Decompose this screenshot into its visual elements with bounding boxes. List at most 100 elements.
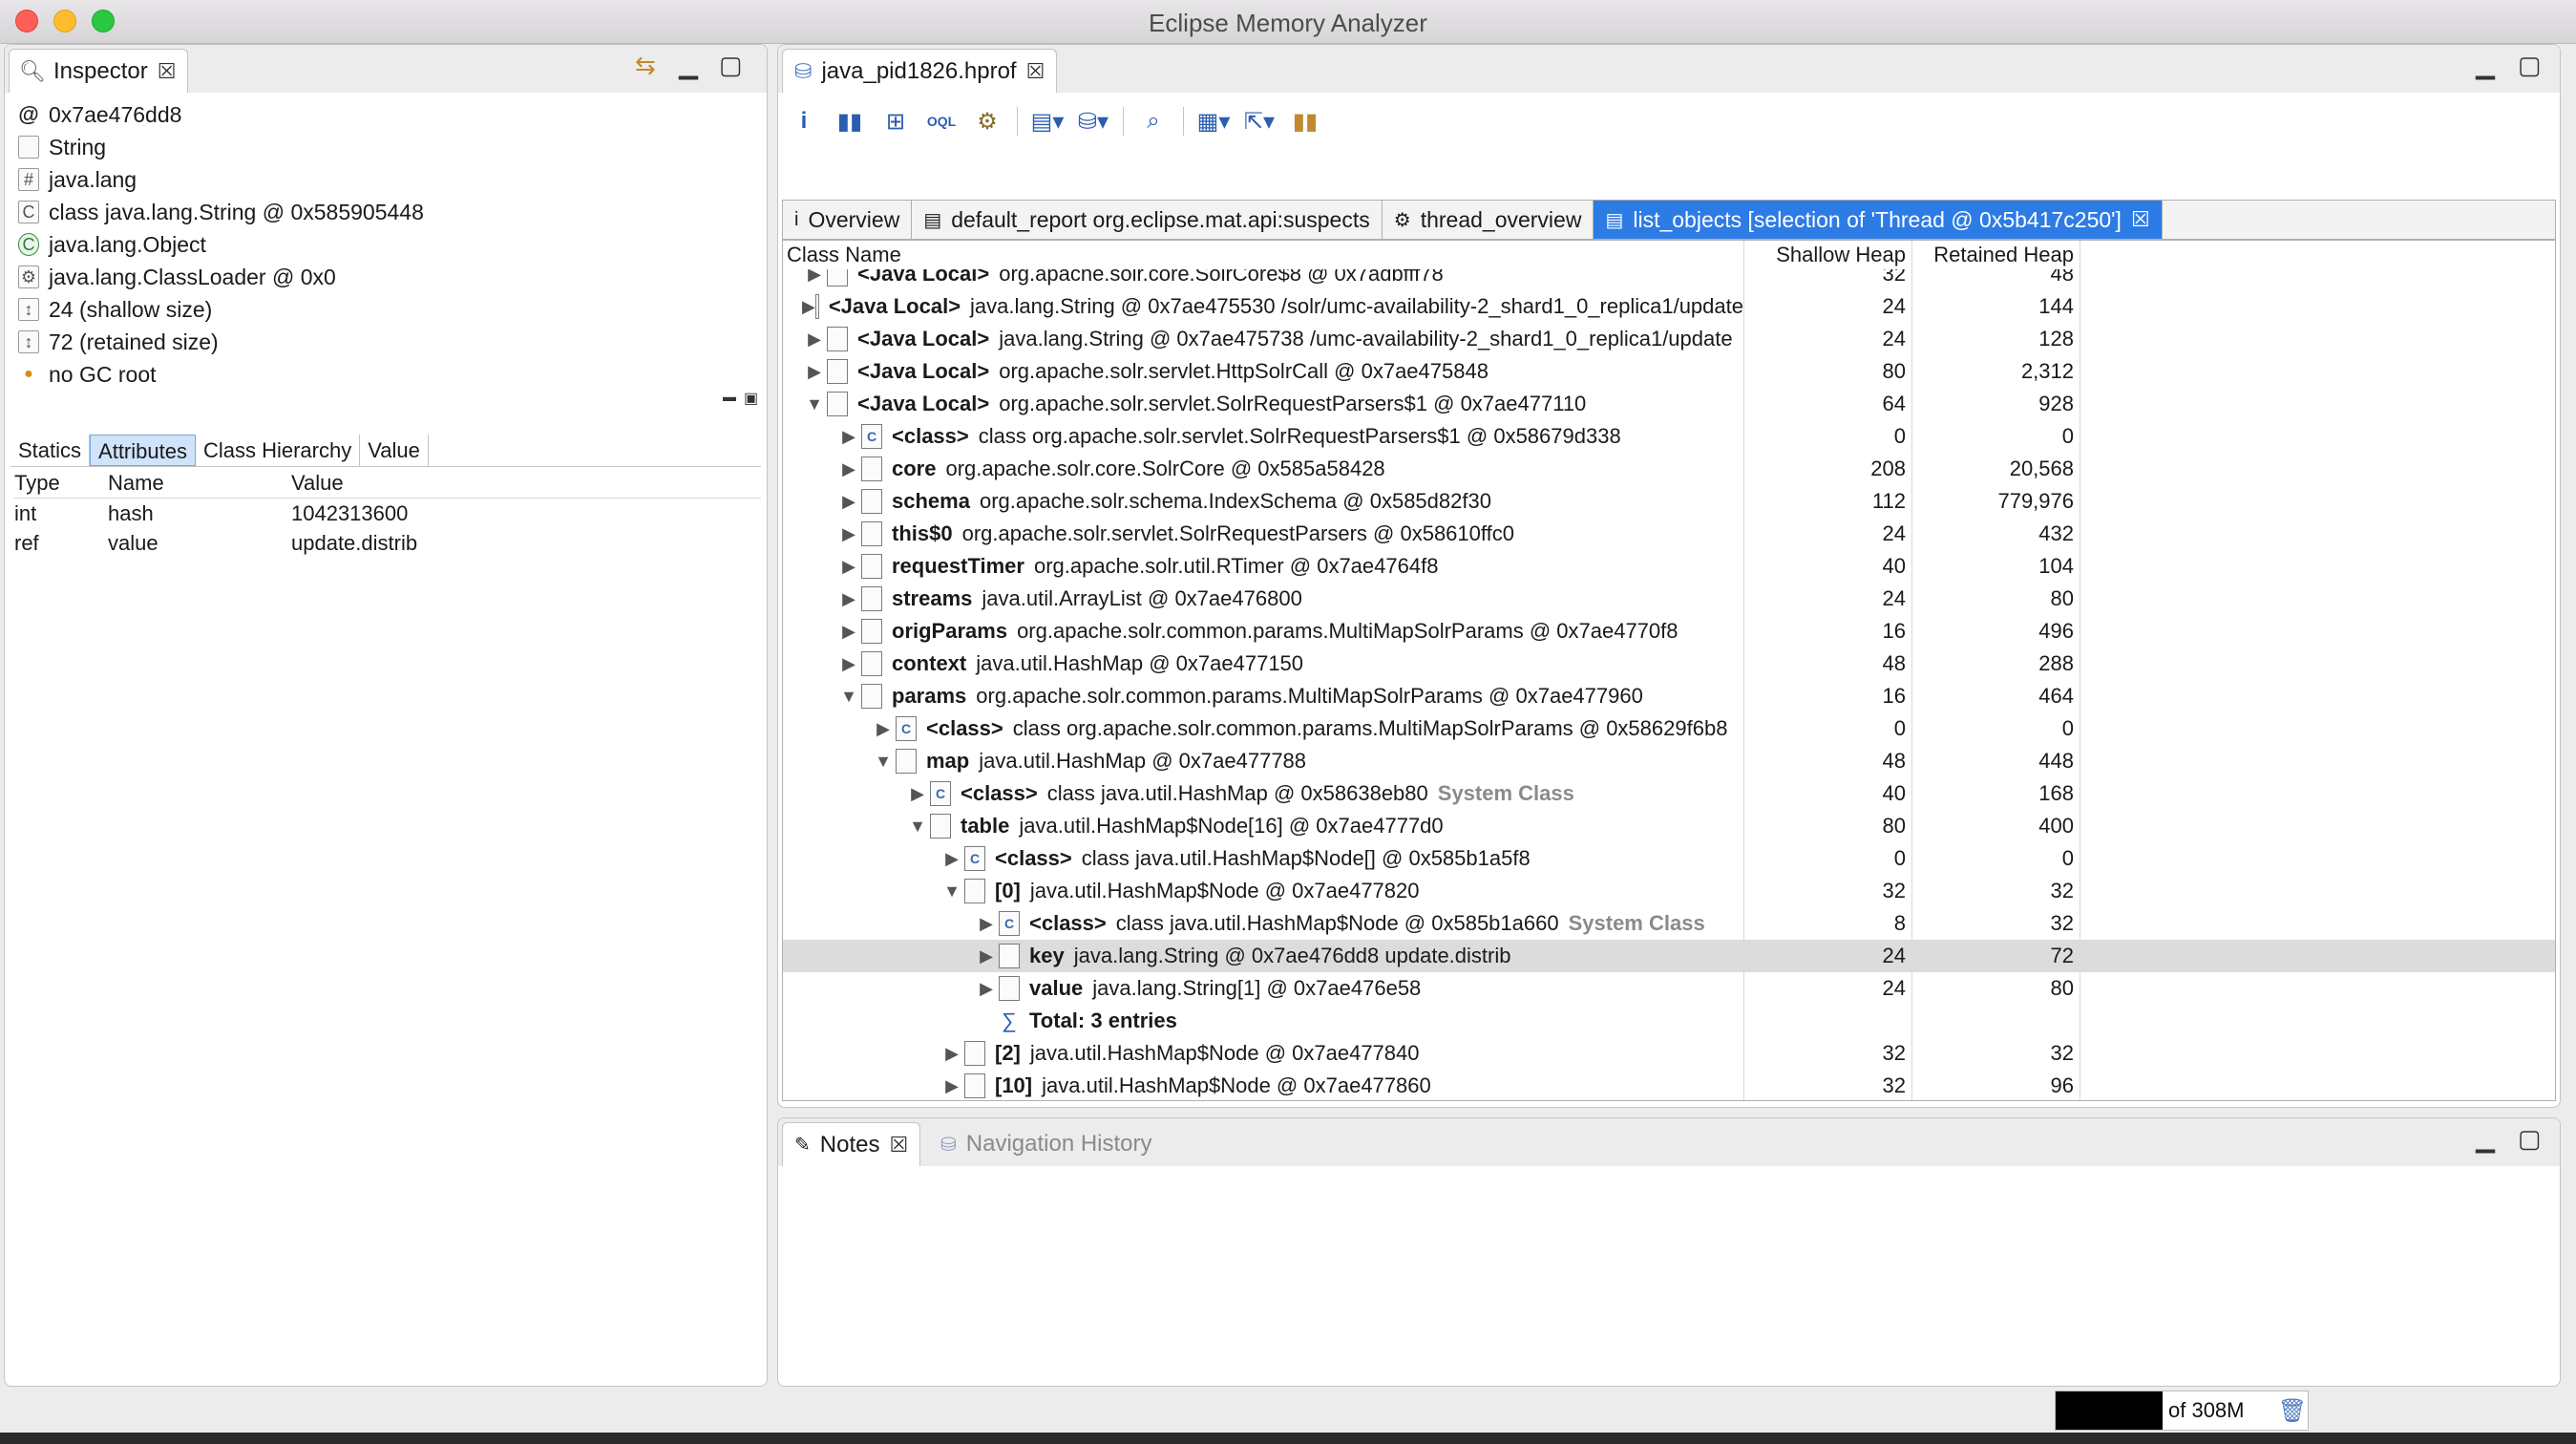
table-row[interactable]: ▶ [10] java.util.HashMap$Node @ 0x7ae47786… <box>783 1070 2555 1100</box>
expand-arrow-icon[interactable]: ▶ <box>836 524 861 544</box>
expand-arrow-icon[interactable]: ▶ <box>836 654 861 674</box>
reports-dropdown-icon[interactable]: ▤▾ <box>1031 105 1065 138</box>
collapse-arrow-icon[interactable]: ▼ <box>871 752 896 772</box>
maximize-icon[interactable]: ▢ <box>2518 1124 2542 1154</box>
close-icon[interactable]: ☒ <box>889 1133 908 1157</box>
expand-arrow-icon[interactable]: ▶ <box>802 329 827 350</box>
column-class-name[interactable]: Class Name <box>783 243 1743 267</box>
tab-notes[interactable]: ✎ Notes ☒ <box>782 1122 921 1166</box>
table-row[interactable]: ▶ schema org.apache.solr.schema.IndexSchem… <box>783 485 2555 518</box>
minimize-small-icon[interactable]: ▬ <box>723 389 736 404</box>
table-row[interactable]: ▼ params org.apache.solr.common.params.Mul… <box>783 680 2555 712</box>
minimize-icon[interactable]: ▁ <box>679 51 698 80</box>
tab-inspector[interactable]: 🔍︎ Inspector ☒ <box>9 49 189 93</box>
expand-arrow-icon[interactable]: ▶ <box>802 297 815 317</box>
heap-status[interactable]: of 308M <box>2055 1391 2309 1431</box>
table-row[interactable]: ▶ <Java Local> java.lang.String @ 0x7ae475… <box>783 323 2555 355</box>
column-value[interactable]: Value <box>291 471 761 496</box>
group-by-dropdown-icon[interactable]: ▦▾ <box>1197 105 1231 138</box>
editor-tab[interactable]: ▤ list_objects [selection of 'Thread @ 0x… <box>1594 201 2163 239</box>
column-shallow-heap[interactable]: Shallow Heap <box>1743 243 1911 267</box>
query-browser-dropdown-icon[interactable]: ⛁▾ <box>1077 105 1109 138</box>
maximize-small-icon[interactable]: ▣ <box>744 389 758 408</box>
export-dropdown-icon[interactable]: ⇱▾ <box>1243 105 1276 138</box>
close-icon[interactable]: ☒ <box>158 59 177 84</box>
maximize-icon[interactable]: ▢ <box>2518 51 2542 80</box>
collapse-arrow-icon[interactable]: ▼ <box>940 881 964 902</box>
table-row[interactable]: ▶ context java.util.HashMap @ 0x7ae477150 4… <box>783 648 2555 680</box>
expand-arrow-icon[interactable]: ▶ <box>940 1044 964 1064</box>
list-icon: ▤ <box>1605 209 1624 231</box>
table-row[interactable]: ref value update.distrib <box>14 528 761 558</box>
table-row[interactable]: ▶ streams java.util.ArrayList @ 0x7ae47680… <box>783 583 2555 615</box>
table-row[interactable]: ▶ C <class> class java.util.HashMap @ 0x586… <box>783 777 2555 810</box>
close-icon[interactable]: ☒ <box>2131 207 2150 232</box>
table-row[interactable]: ▶ core org.apache.solr.core.SolrCore @ 0x5… <box>783 453 2555 485</box>
tab-heap-dump[interactable]: ⛁ java_pid1826.hprof ☒ <box>782 49 1058 93</box>
table-row[interactable]: ▼ table java.util.HashMap$Node[16] @ 0x7ae… <box>783 810 2555 842</box>
tab-attributes[interactable]: Attributes <box>90 435 196 466</box>
maximize-icon[interactable]: ▢ <box>719 51 743 80</box>
tab-navigation-history[interactable]: ⛁ Navigation History <box>929 1122 1164 1166</box>
threads-icon[interactable]: ⚙ <box>971 105 1003 138</box>
oql-icon[interactable]: OQL <box>925 105 958 138</box>
collapse-arrow-icon[interactable]: ▼ <box>802 394 827 414</box>
table-row[interactable]: ▶ <Java Local> org.apache.solr.servlet.Htt… <box>783 355 2555 388</box>
table-row[interactable]: ▶ C <class> class java.util.HashMap$Node[] … <box>783 842 2555 875</box>
expand-arrow-icon[interactable]: ▶ <box>940 1076 964 1096</box>
column-type[interactable]: Type <box>14 471 108 496</box>
table-row[interactable]: ▼ <Java Local> org.apache.solr.servlet.Sol… <box>783 388 2555 420</box>
editor-tab[interactable]: i Overview <box>783 201 913 239</box>
tab-class-hierarchy[interactable]: Class Hierarchy <box>196 435 361 466</box>
table-row[interactable]: int hash 1042313600 <box>14 499 761 528</box>
table-row[interactable]: ▶ value java.lang.String[1] @ 0x7ae476e58 2… <box>783 972 2555 1005</box>
collapse-arrow-icon[interactable]: ▼ <box>905 817 930 837</box>
expand-arrow-icon[interactable]: ▶ <box>974 946 999 966</box>
column-retained-heap[interactable]: Retained Heap <box>1911 243 2080 267</box>
close-icon[interactable]: ☒ <box>1026 59 1045 84</box>
editor-tab[interactable]: ▤ default_report org.eclipse.mat.api:susp… <box>912 201 1383 239</box>
expand-arrow-icon[interactable]: ▶ <box>836 557 861 577</box>
notes-editor[interactable] <box>778 1166 2560 1386</box>
column-name[interactable]: Name <box>108 471 291 496</box>
expand-arrow-icon[interactable]: ▶ <box>871 719 896 739</box>
expand-arrow-icon[interactable]: ▶ <box>836 622 861 642</box>
table-row[interactable]: ▼ [0] java.util.HashMap$Node @ 0x7ae477820… <box>783 875 2555 907</box>
trash-icon[interactable]: 🗑︎ <box>2276 1394 2309 1427</box>
table-row[interactable]: ▶ C <class> class org.apache.solr.common.pa… <box>783 712 2555 745</box>
table-row[interactable]: ▶ <Java Local> org.apache.solr.core.SolrCo… <box>783 269 2555 290</box>
info-icon[interactable]: i <box>788 105 820 138</box>
search-icon[interactable]: ⌕ <box>1137 105 1170 138</box>
table-row[interactable]: ∑ Total: 3 entries <box>783 1005 2555 1037</box>
table-row[interactable]: ▶ <Java Local> java.lang.String @ 0x7ae475… <box>783 290 2555 323</box>
expand-arrow-icon[interactable]: ▶ <box>974 979 999 999</box>
collapse-arrow-icon[interactable]: ▼ <box>836 687 861 707</box>
expand-arrow-icon[interactable]: ▶ <box>940 849 964 869</box>
calculate-retained-icon[interactable]: ▮▮ <box>1289 105 1321 138</box>
editor-tab[interactable]: ⚙ thread_overview <box>1383 201 1594 239</box>
histogram-icon[interactable]: ▮▮ <box>834 105 866 138</box>
expand-arrow-icon[interactable]: ▶ <box>836 589 861 609</box>
expand-arrow-icon[interactable]: ▶ <box>836 459 861 479</box>
table-row[interactable]: ▶ requestTimer org.apache.solr.util.RTimer… <box>783 550 2555 583</box>
tab-statics[interactable]: Statics <box>11 435 91 466</box>
link-selection-icon[interactable]: ⇆ <box>635 51 656 80</box>
table-row[interactable]: ▶ [2] java.util.HashMap$Node @ 0x7ae477840… <box>783 1037 2555 1070</box>
expand-arrow-icon[interactable]: ▶ <box>836 427 861 447</box>
gc-root-icon: ● <box>24 366 33 382</box>
expand-arrow-icon[interactable]: ▶ <box>836 492 861 512</box>
table-row[interactable]: ▼ map java.util.HashMap @ 0x7ae477788 48 448 <box>783 745 2555 777</box>
expand-arrow-icon[interactable]: ▶ <box>905 784 930 804</box>
minimize-icon[interactable]: ▁ <box>2476 51 2495 80</box>
table-row[interactable]: ▶ this$0 org.apache.solr.servlet.SolrReque… <box>783 518 2555 550</box>
table-row[interactable]: ▶ C <class> class java.util.HashMap$Node @ … <box>783 907 2555 940</box>
expand-arrow-icon[interactable]: ▶ <box>974 914 999 934</box>
tab-value[interactable]: Value <box>360 435 429 466</box>
expand-arrow-icon[interactable]: ▶ <box>802 269 827 285</box>
table-row[interactable]: ▶ origParams org.apache.solr.common.params… <box>783 615 2555 648</box>
minimize-icon[interactable]: ▁ <box>2476 1124 2495 1154</box>
table-row[interactable]: ▶ C <class> class org.apache.solr.servlet.S… <box>783 420 2555 453</box>
expand-arrow-icon[interactable]: ▶ <box>802 362 827 382</box>
dominator-tree-icon[interactable]: ⊞ <box>879 105 912 138</box>
table-row[interactable]: ▶ key java.lang.String @ 0x7ae476dd8 updat… <box>783 940 2555 972</box>
